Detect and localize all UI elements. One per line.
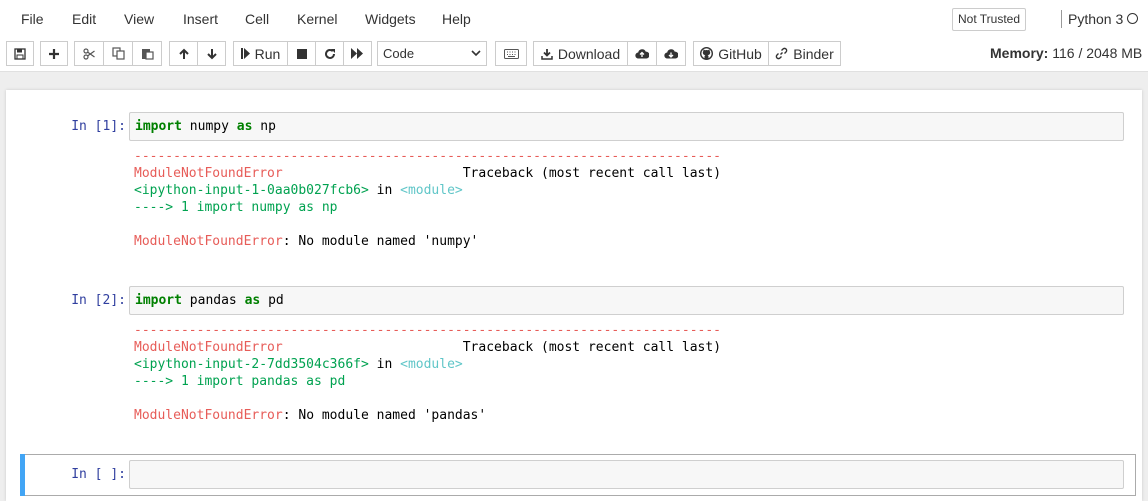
cut-icon <box>82 47 95 60</box>
paste-button[interactable] <box>132 41 162 66</box>
error-name: ModuleNotFoundError <box>134 340 283 355</box>
github-label: GitHub <box>718 45 762 62</box>
paste-icon <box>141 49 154 60</box>
code-keyword: as <box>236 119 253 134</box>
toolbar: Run Code Download GitHub Binder Memory: … <box>0 38 1148 72</box>
github-button[interactable]: GitHub <box>693 41 769 66</box>
menu-file[interactable]: File <box>21 11 44 27</box>
move-up-button[interactable] <box>169 41 198 66</box>
traceback-header: Traceback (most recent call last) <box>462 166 722 181</box>
download-button[interactable]: Download <box>533 41 628 66</box>
code-alias: np <box>252 119 276 134</box>
code-editor[interactable]: import pandas as pd <box>129 286 1124 315</box>
code-editor-empty[interactable] <box>129 460 1124 489</box>
error-label: ModuleNotFoundError <box>134 408 283 423</box>
input-reference: <ipython-input-2-7dd3504c366f> <box>134 357 369 372</box>
module-reference: <module> <box>400 357 463 372</box>
code-keyword: import <box>135 293 182 308</box>
download-label: Download <box>557 45 621 62</box>
arrow-down-icon <box>206 48 217 59</box>
menu-view[interactable]: View <box>124 11 154 27</box>
restart-run-all-button[interactable] <box>343 41 372 66</box>
input-prompt: In [1]: <box>71 119 126 134</box>
error-name: ModuleNotFoundError <box>134 166 283 181</box>
traceback-divider: ----------------------------------------… <box>134 323 721 338</box>
stop-icon <box>296 48 307 59</box>
input-reference: <ipython-input-1-0aa0b027fcb6> <box>134 183 369 198</box>
link-icon <box>776 47 788 60</box>
in-word: in <box>368 357 401 372</box>
cut-button[interactable] <box>74 41 104 66</box>
code-cell-1[interactable]: In [1]: import numpy as np -------------… <box>6 90 1142 275</box>
cell-type-select[interactable]: Code <box>377 41 487 66</box>
cloud-download-icon <box>664 49 678 59</box>
cloud-download-button[interactable] <box>656 41 686 66</box>
save-icon <box>14 47 26 60</box>
code-keyword: as <box>244 293 261 308</box>
code-alias: pd <box>260 293 284 308</box>
insert-cell-button[interactable] <box>40 41 68 66</box>
command-palette-button[interactable] <box>495 41 527 66</box>
github-icon <box>700 47 714 60</box>
code-cell-3[interactable]: In [ ]: <box>6 454 1142 496</box>
traceback-header: Traceback (most recent call last) <box>462 340 722 355</box>
menubar: File Edit View Insert Cell Kernel Widget… <box>0 0 1148 38</box>
chevron-down-icon <box>471 50 481 57</box>
cloud-upload-button[interactable] <box>627 41 657 66</box>
input-prompt: In [2]: <box>71 293 126 308</box>
error-output: ----------------------------------------… <box>134 148 721 250</box>
error-message: : No module named 'pandas' <box>282 408 487 423</box>
binder-button[interactable]: Binder <box>768 41 841 66</box>
kernel-idle-indicator-icon <box>1127 13 1138 24</box>
code-cell-2[interactable]: In [2]: import pandas as pd ------------… <box>6 270 1142 455</box>
run-button[interactable]: Run <box>233 41 288 66</box>
code-module: numpy <box>181 119 237 134</box>
interrupt-button[interactable] <box>287 41 316 66</box>
kernel-separator <box>1061 10 1062 28</box>
save-button[interactable] <box>6 41 34 66</box>
move-down-button[interactable] <box>197 41 226 66</box>
input-prompt: In [ ]: <box>71 467 126 482</box>
keyboard-icon <box>503 48 519 59</box>
not-trusted-button[interactable]: Not Trusted <box>952 8 1026 31</box>
arrow-up-icon <box>178 48 189 59</box>
copy-button[interactable] <box>103 41 133 66</box>
error-output: ----------------------------------------… <box>134 322 721 424</box>
notebook-header: File Edit View Insert Cell Kernel Widget… <box>0 0 1148 72</box>
module-reference: <module> <box>400 183 463 198</box>
in-word: in <box>368 183 401 198</box>
traceback-line: ----> 1 import pandas as pd <box>134 374 346 389</box>
copy-icon <box>111 47 125 60</box>
download-icon <box>541 48 553 60</box>
run-label: Run <box>254 45 281 62</box>
restart-button[interactable] <box>315 41 344 66</box>
code-module: pandas <box>181 293 245 308</box>
memory-value: 116 / 2048 MB <box>1052 45 1143 61</box>
error-label: ModuleNotFoundError <box>134 234 283 249</box>
menu-widgets[interactable]: Widgets <box>365 11 416 27</box>
cloud-upload-icon <box>635 49 649 59</box>
error-message: : No module named 'numpy' <box>282 234 479 249</box>
kernel-name: Python 3 <box>1068 11 1124 27</box>
menu-cell[interactable]: Cell <box>245 11 269 27</box>
menu-kernel[interactable]: Kernel <box>297 11 337 27</box>
menu-help[interactable]: Help <box>442 11 471 27</box>
restart-icon <box>324 48 335 59</box>
binder-label: Binder <box>793 45 834 62</box>
menu-insert[interactable]: Insert <box>183 11 218 27</box>
memory-label: Memory: <box>990 45 1049 61</box>
traceback-line: ----> 1 import numpy as np <box>134 200 338 215</box>
traceback-divider: ----------------------------------------… <box>134 149 721 164</box>
notebook-container: In [1]: import numpy as np -------------… <box>6 90 1142 501</box>
memory-usage: Memory: 116 / 2048 MB <box>990 45 1142 61</box>
step-forward-icon <box>240 48 250 59</box>
fast-forward-icon <box>351 48 363 59</box>
plus-icon <box>49 48 59 59</box>
cell-type-value: Code <box>383 46 415 61</box>
code-editor[interactable]: import numpy as np <box>129 112 1124 141</box>
code-keyword: import <box>135 119 182 134</box>
menu-edit[interactable]: Edit <box>72 11 96 27</box>
